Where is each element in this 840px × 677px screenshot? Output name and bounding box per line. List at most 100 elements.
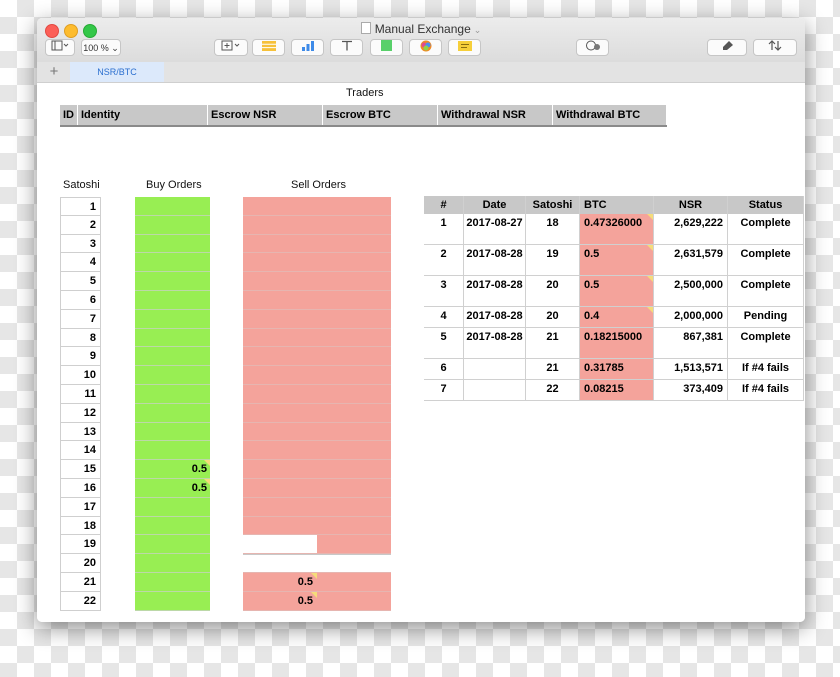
satoshi-cell[interactable]: 17	[60, 497, 101, 517]
comment-button[interactable]	[448, 39, 481, 56]
sell-order-cell[interactable]	[243, 403, 391, 423]
satoshi-cell[interactable]: 21	[60, 572, 101, 592]
order-date-cell[interactable]	[464, 359, 526, 379]
satoshi-cell[interactable]: 13	[60, 422, 101, 442]
orders-header-status[interactable]: Status	[728, 196, 804, 214]
sell-order-cell[interactable]	[243, 290, 391, 310]
order-number-cell[interactable]: 5	[424, 328, 464, 358]
order-btc-cell[interactable]: 0.47326000	[580, 214, 654, 244]
sell-order-cell[interactable]	[243, 328, 391, 348]
satoshi-cell[interactable]: 18	[60, 516, 101, 536]
order-satoshi-cell[interactable]: 20	[526, 307, 580, 327]
satoshi-cell[interactable]: 10	[60, 366, 101, 385]
tab-nsr-btc[interactable]: NSR/BTC	[70, 62, 164, 82]
buy-order-cell[interactable]	[135, 591, 210, 611]
buy-order-cell[interactable]	[135, 366, 210, 385]
satoshi-cell[interactable]: 3	[60, 234, 101, 254]
add-sheet-button[interactable]: +	[45, 62, 63, 82]
sell-order-cell[interactable]	[243, 516, 391, 536]
order-status-cell[interactable]: Complete	[728, 245, 804, 275]
sell-order-cell[interactable]	[243, 347, 391, 367]
sell-order-cell[interactable]	[243, 460, 391, 479]
order-row[interactable]: 5 2017-08-28 21 0.18215000 867,381 Complete	[424, 328, 804, 359]
order-number-cell[interactable]: 6	[424, 359, 464, 379]
satoshi-cell[interactable]: 20	[60, 554, 101, 573]
buy-order-cell[interactable]	[135, 197, 210, 216]
buy-order-cell[interactable]	[135, 328, 210, 348]
sell-order-cell[interactable]	[243, 253, 391, 273]
header-escrow-nsr[interactable]: Escrow NSR	[208, 105, 323, 125]
order-satoshi-cell[interactable]: 22	[526, 380, 580, 400]
sort-button[interactable]	[753, 39, 797, 56]
sell-order-cell[interactable]	[243, 422, 391, 442]
buy-order-cell[interactable]	[135, 290, 210, 310]
order-nsr-cell[interactable]: 2,000,000	[654, 307, 728, 327]
zoom-select[interactable]: 100 % ⌄	[81, 39, 121, 56]
header-withdrawal-nsr[interactable]: Withdrawal NSR	[438, 105, 553, 125]
buy-order-cell[interactable]	[135, 272, 210, 291]
sell-order-cell[interactable]	[243, 234, 391, 254]
order-row[interactable]: 2 2017-08-28 19 0.5 2,631,579 Complete	[424, 245, 804, 276]
order-nsr-cell[interactable]: 2,500,000	[654, 276, 728, 306]
order-btc-cell[interactable]: 0.5	[580, 276, 654, 306]
shape-button[interactable]	[370, 39, 403, 56]
satoshi-cell[interactable]: 8	[60, 328, 101, 348]
order-number-cell[interactable]: 4	[424, 307, 464, 327]
satoshi-cell[interactable]: 6	[60, 290, 101, 310]
order-number-cell[interactable]: 3	[424, 276, 464, 306]
order-btc-cell[interactable]: 0.5	[580, 245, 654, 275]
order-satoshi-cell[interactable]: 20	[526, 276, 580, 306]
header-withdrawal-btc[interactable]: Withdrawal BTC	[553, 105, 667, 125]
sell-order-cell[interactable]	[243, 197, 391, 216]
satoshi-cell[interactable]: 1	[60, 197, 101, 216]
order-nsr-cell[interactable]: 2,631,579	[654, 245, 728, 275]
text-button[interactable]	[330, 39, 363, 56]
order-satoshi-cell[interactable]: 21	[526, 328, 580, 358]
buy-order-cell[interactable]	[135, 572, 210, 592]
order-date-cell[interactable]	[464, 380, 526, 400]
buy-order-cell[interactable]	[135, 497, 210, 517]
order-row[interactable]: 6 21 0.31785 1,513,571 If #4 fails	[424, 359, 804, 380]
order-date-cell[interactable]: 2017-08-28	[464, 245, 526, 275]
order-row[interactable]: 4 2017-08-28 20 0.4 2,000,000 Pending	[424, 307, 804, 328]
header-id[interactable]: ID	[60, 105, 78, 125]
sell-order-cell[interactable]: 0.5	[243, 572, 391, 592]
order-row[interactable]: 7 22 0.08215 373,409 If #4 fails	[424, 380, 804, 401]
satoshi-cell[interactable]: 16	[60, 478, 101, 498]
satoshi-cell[interactable]: 4	[60, 253, 101, 273]
insert-button[interactable]	[214, 39, 248, 56]
buy-order-cell[interactable]	[135, 253, 210, 273]
sell-order-cell[interactable]	[243, 215, 391, 235]
buy-order-cell[interactable]	[135, 422, 210, 442]
order-number-cell[interactable]: 1	[424, 214, 464, 244]
order-row[interactable]: 1 2017-08-27 18 0.47326000 2,629,222 Complete	[424, 214, 804, 245]
buy-order-cell[interactable]	[135, 535, 210, 555]
order-status-cell[interactable]: Complete	[728, 214, 804, 244]
sell-order-cell[interactable]	[243, 384, 391, 404]
buy-order-cell[interactable]: 0.5	[135, 478, 210, 498]
satoshi-cell[interactable]: 5	[60, 272, 101, 291]
buy-order-cell[interactable]	[135, 403, 210, 423]
order-btc-cell[interactable]: 0.31785	[580, 359, 654, 379]
view-button[interactable]	[45, 39, 75, 56]
header-escrow-btc[interactable]: Escrow BTC	[323, 105, 438, 125]
satoshi-cell[interactable]: 12	[60, 403, 101, 423]
satoshi-cell[interactable]: 22	[60, 591, 101, 611]
order-nsr-cell[interactable]: 867,381	[654, 328, 728, 358]
orders-header-satoshi[interactable]: Satoshi	[526, 196, 580, 214]
order-date-cell[interactable]: 2017-08-28	[464, 328, 526, 358]
order-btc-cell[interactable]: 0.08215	[580, 380, 654, 400]
satoshi-cell[interactable]: 7	[60, 309, 101, 329]
satoshi-cell[interactable]: 15	[60, 460, 101, 479]
order-number-cell[interactable]: 7	[424, 380, 464, 400]
buy-order-cell[interactable]	[135, 554, 210, 573]
order-status-cell[interactable]: Pending	[728, 307, 804, 327]
orders-header-number[interactable]: #	[424, 196, 464, 214]
order-nsr-cell[interactable]: 373,409	[654, 380, 728, 400]
sell-order-cell[interactable]	[243, 309, 391, 329]
order-date-cell[interactable]: 2017-08-27	[464, 214, 526, 244]
order-status-cell[interactable]: If #4 fails	[728, 380, 804, 400]
buy-order-cell[interactable]	[135, 384, 210, 404]
order-satoshi-cell[interactable]: 21	[526, 359, 580, 379]
table-button[interactable]	[252, 39, 285, 56]
